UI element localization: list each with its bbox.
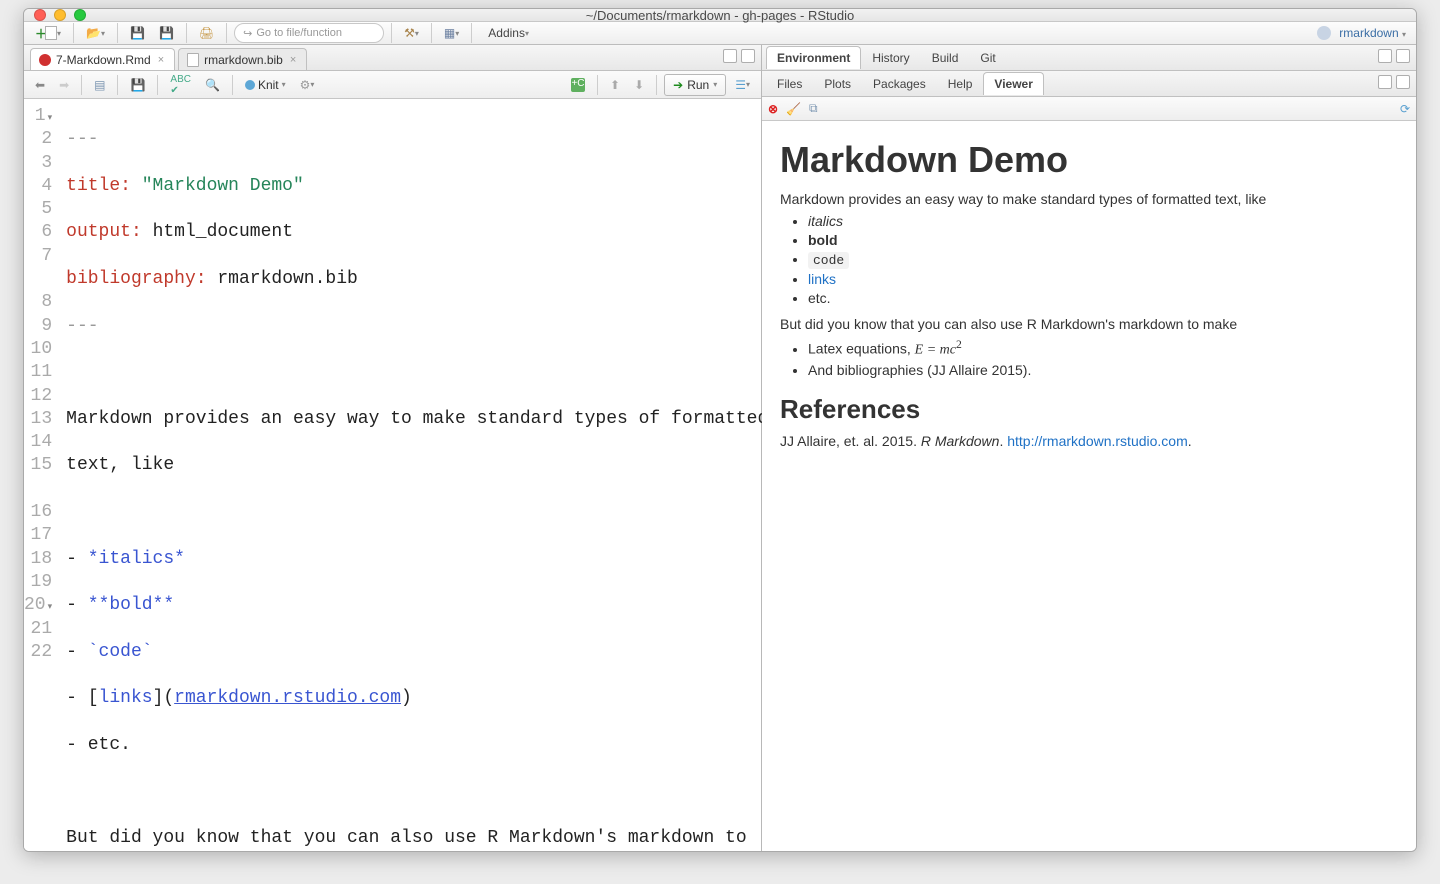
publish-button[interactable]: ☰▾	[730, 74, 755, 96]
tab-packages[interactable]: Packages	[862, 72, 937, 95]
save-button[interactable]: 💾	[125, 74, 150, 96]
source-toolbar: ⬅ ➡ ▤ 💾 ABC✔ 🔍 Knit ▾ ⚙▾ +C ⬆ ⬇ ➔Run ▾	[24, 71, 761, 99]
insert-chunk-button[interactable]: +C	[566, 74, 590, 96]
tab-files[interactable]: Files	[766, 72, 813, 95]
r-logo-icon	[1317, 26, 1331, 40]
minimize-pane-icon[interactable]	[1378, 75, 1392, 89]
project-menu[interactable]: rmarkdown ▾	[1339, 26, 1410, 40]
document-icon	[187, 53, 199, 67]
find-button[interactable]: 🔍	[200, 74, 225, 96]
source-tab-bib[interactable]: rmarkdown.bib ×	[178, 48, 307, 70]
close-icon[interactable]: ×	[156, 54, 166, 66]
grid-button[interactable]: ▦▾	[439, 22, 464, 44]
tab-build[interactable]: Build	[921, 46, 970, 69]
knit-button[interactable]: Knit ▾	[240, 74, 291, 96]
main-toolbar: ＋▾ 📂▾ 💾 💾 🖨 ↪Go to file/function ⚒▾ ▦▾ A…	[24, 22, 1416, 45]
tab-plots[interactable]: Plots	[813, 72, 862, 95]
chunk-down-button[interactable]: ⬇	[629, 74, 649, 96]
tab-git[interactable]: Git	[969, 46, 1006, 69]
knit-options-button[interactable]: ⚙▾	[295, 74, 320, 96]
source-tab-rmd[interactable]: 7-Markdown.Rmd ×	[30, 48, 175, 70]
tools-button[interactable]: ⚒▾	[399, 22, 424, 44]
reference-entry: JJ Allaire, et. al. 2015. R Markdown. ht…	[780, 433, 1398, 449]
forward-button[interactable]: ➡	[54, 74, 74, 96]
tab-help[interactable]: Help	[937, 72, 984, 95]
save-button[interactable]: 💾	[125, 22, 150, 44]
code-editor[interactable]: 1▾234567891011121314151617181920▾2122 --…	[24, 99, 761, 852]
preview-text: Markdown provides an easy way to make st…	[780, 191, 1398, 207]
minimize-pane-icon[interactable]	[723, 49, 737, 63]
tab-viewer[interactable]: Viewer	[983, 72, 1043, 95]
code-area[interactable]: --- title: "Markdown Demo" output: html_…	[60, 99, 774, 852]
reference-link[interactable]: http://rmarkdown.rstudio.com	[1007, 433, 1188, 449]
line-gutter: 1▾234567891011121314151617181920▾2122	[24, 99, 60, 852]
close-window-icon[interactable]	[34, 9, 46, 21]
preview-text: But did you know that you can also use R…	[780, 316, 1398, 332]
goto-arrow-icon: ↪	[243, 27, 252, 40]
preview-list: italics bold code links etc.	[808, 213, 1398, 306]
chunk-up-button[interactable]: ⬆	[605, 74, 625, 96]
source-tabbar: 7-Markdown.Rmd × rmarkdown.bib ×	[24, 45, 761, 71]
save-all-button[interactable]: 💾	[154, 22, 179, 44]
minimize-pane-icon[interactable]	[1378, 49, 1392, 63]
open-external-button[interactable]: ⧉	[809, 101, 818, 116]
knit-icon	[245, 80, 255, 90]
run-button[interactable]: ➔Run ▾	[664, 74, 726, 96]
preview-list: Latex equations, E = mc2 And bibliograph…	[808, 338, 1398, 378]
preview-heading: Markdown Demo	[780, 139, 1398, 181]
window-titlebar: ~/Documents/rmarkdown - gh-pages - RStud…	[24, 9, 1416, 22]
viewer-pane[interactable]: Markdown Demo Markdown provides an easy …	[762, 121, 1416, 852]
remove-viewer-button[interactable]: ⊗	[768, 102, 778, 116]
close-icon[interactable]: ×	[288, 54, 298, 66]
zoom-window-icon[interactable]	[74, 9, 86, 21]
minimize-window-icon[interactable]	[54, 9, 66, 21]
viewer-toolbar: ⊗ 🧹 ⧉ ⟳	[762, 97, 1416, 121]
tab-history[interactable]: History	[861, 46, 920, 69]
maximize-pane-icon[interactable]	[741, 49, 755, 63]
rmd-file-icon	[39, 54, 51, 66]
back-button[interactable]: ⬅	[30, 74, 50, 96]
tab-environment[interactable]: Environment	[766, 46, 861, 69]
references-heading: References	[780, 394, 1398, 425]
maximize-pane-icon[interactable]	[1396, 75, 1410, 89]
clear-viewer-button[interactable]: 🧹	[786, 102, 801, 116]
new-file-button[interactable]: ＋▾	[30, 22, 66, 44]
refresh-viewer-button[interactable]: ⟳	[1400, 102, 1410, 116]
run-arrow-icon: ➔	[673, 78, 683, 92]
addins-button[interactable]: Addins ▾	[479, 22, 538, 44]
print-button[interactable]: 🖨	[194, 22, 219, 44]
spellcheck-button[interactable]: ABC✔	[165, 74, 196, 96]
open-file-button[interactable]: 📂▾	[81, 22, 110, 44]
preview-link[interactable]: links	[808, 271, 836, 287]
top-right-tabbar: Environment History Build Git	[762, 45, 1416, 71]
window-title: ~/Documents/rmarkdown - gh-pages - RStud…	[586, 8, 854, 23]
show-outline-button[interactable]: ▤	[89, 74, 110, 96]
bottom-right-tabbar: Files Plots Packages Help Viewer	[762, 71, 1416, 97]
goto-file-input[interactable]: ↪Go to file/function	[234, 23, 384, 43]
maximize-pane-icon[interactable]	[1396, 49, 1410, 63]
